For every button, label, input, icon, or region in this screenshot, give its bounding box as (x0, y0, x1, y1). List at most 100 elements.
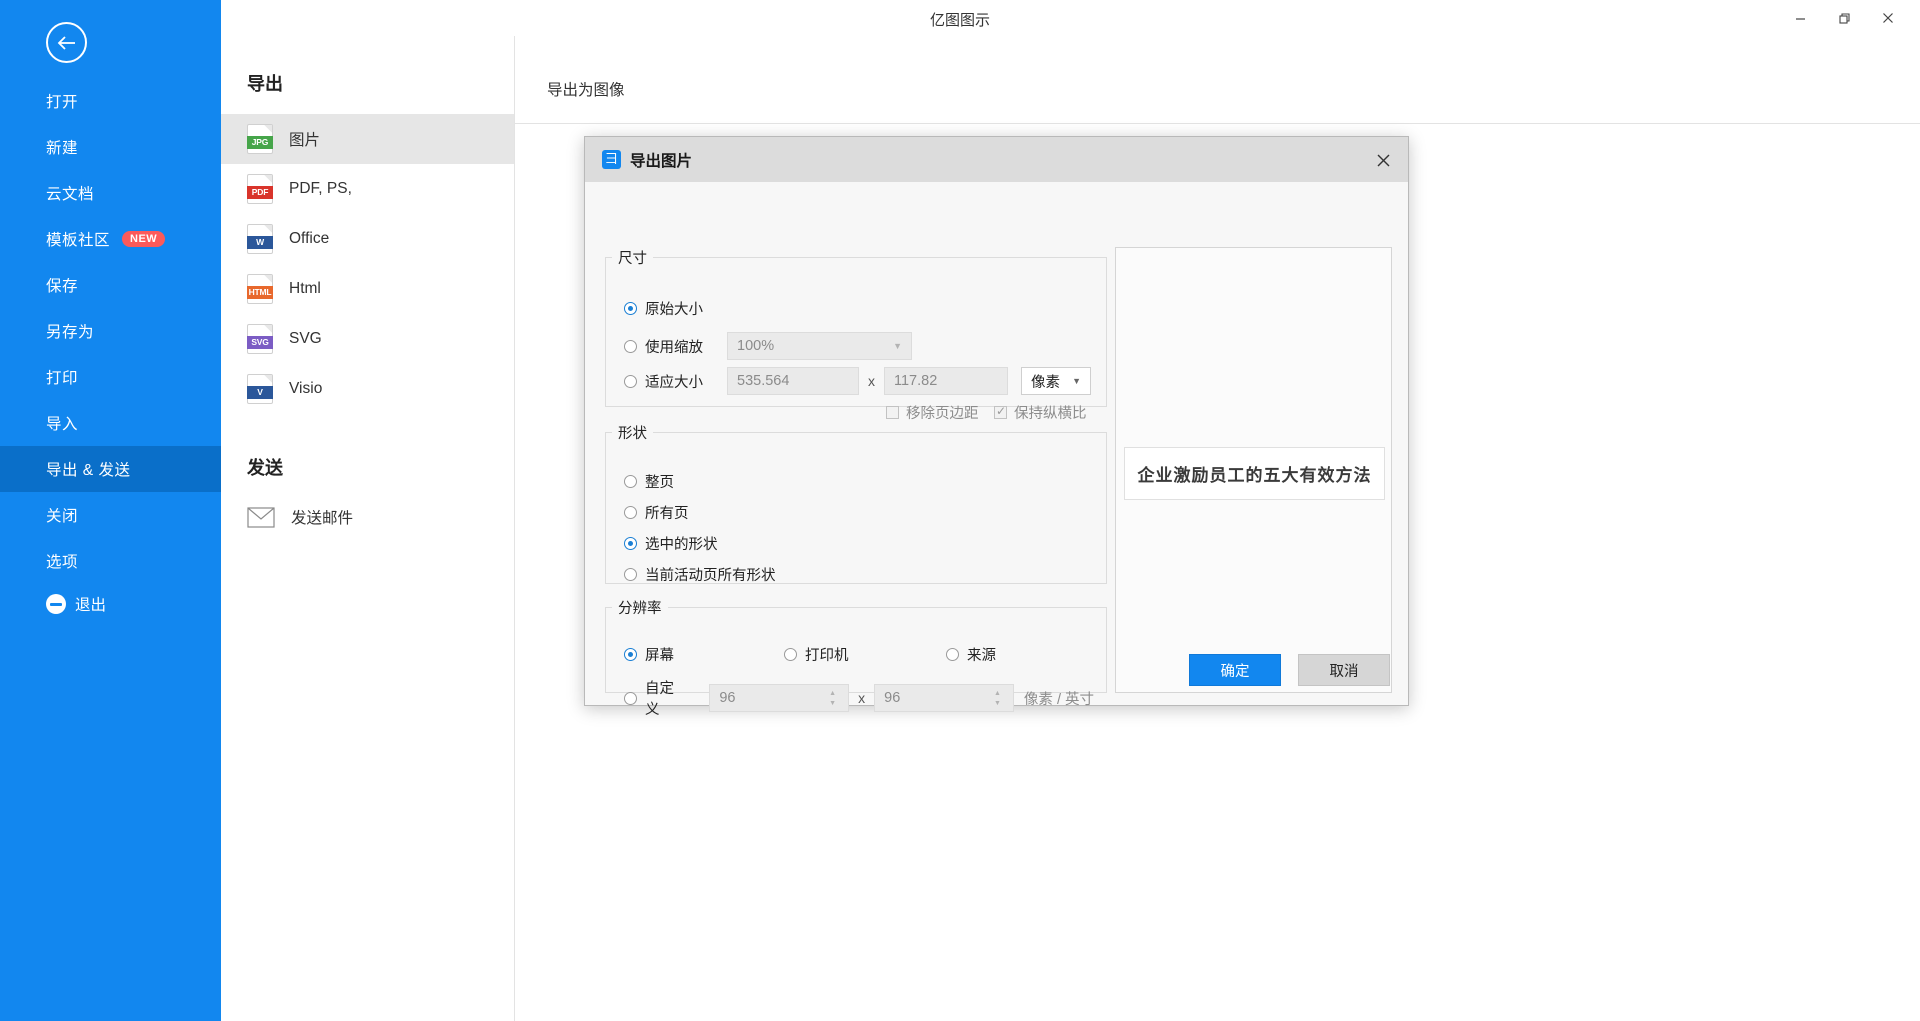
sidebar-item-open[interactable]: 打开 (0, 78, 221, 124)
jpg-file-icon: JPG (247, 124, 273, 154)
sidebar-item-save[interactable]: 保存 (0, 262, 221, 308)
sidebar-item-label: 退出 (75, 597, 107, 614)
radio-all-pages[interactable]: 所有页 (624, 502, 689, 523)
custom-dpi-x-input[interactable]: 96 ▲ ▼ (709, 684, 850, 712)
unit-select[interactable]: 像素 ▼ (1021, 367, 1091, 395)
format-item-visio[interactable]: V Visio (221, 364, 514, 414)
sidebar-item-label: 保存 (46, 278, 79, 295)
export-preview-box: 企业激励员工的五大有效方法 (1115, 247, 1392, 693)
radio-indicator (624, 374, 637, 388)
radio-whole-page[interactable]: 整页 (624, 471, 674, 492)
dimension-separator: x (868, 373, 875, 389)
dpi-unit-label: 像素 / 英寸 (1023, 691, 1095, 708)
export-format-panel: 导出 JPG 图片 PDF PDF, PS, W Office HTML Htm… (221, 36, 515, 1021)
fit-width-input[interactable]: 535.564 (727, 367, 859, 395)
radio-label: 自定义 (645, 681, 674, 718)
sidebar-item-import[interactable]: 导入 (0, 400, 221, 446)
checkbox-indicator (994, 404, 1007, 419)
export-panel-title: 导出 (247, 74, 283, 94)
format-item-svg[interactable]: SVG SVG (221, 314, 514, 364)
radio-indicator (624, 537, 637, 550)
window-controls (1778, 0, 1910, 36)
edraw-logo-icon (602, 149, 621, 169)
dimension-separator: x (858, 690, 866, 706)
preview-shape-card: 企业激励员工的五大有效方法 (1124, 447, 1385, 500)
resolution-group-legend: 分辨率 (618, 601, 662, 617)
close-icon[interactable] (1866, 2, 1910, 34)
exit-icon (46, 594, 66, 614)
send-panel-title: 发送 (247, 458, 283, 478)
radio-indicator (624, 506, 637, 519)
radio-indicator (624, 691, 637, 705)
shape-group: 形状 整页 所有页 选中的形状 当前活动页所有形状 (605, 422, 1107, 584)
back-arrow-icon[interactable] (46, 22, 87, 63)
format-item-image[interactable]: JPG 图片 (221, 114, 514, 164)
format-label: SVG (289, 330, 322, 347)
radio-original-size[interactable]: 原始大小 (624, 298, 703, 319)
format-label: Visio (289, 380, 323, 397)
svg-file-icon: SVG (247, 324, 273, 354)
fit-height-input[interactable]: 117.82 (884, 367, 1008, 395)
minimize-icon[interactable] (1778, 2, 1822, 34)
radio-custom-resolution[interactable]: 自定义 96 ▲ ▼ x 96 ▲ ▼ 像素 / 英寸 (624, 677, 1094, 719)
sidebar-item-label: 打开 (46, 94, 79, 111)
size-group-legend: 尺寸 (618, 251, 647, 267)
format-item-office[interactable]: W Office (221, 214, 514, 264)
format-item-pdf-ps[interactable]: PDF PDF, PS, (221, 164, 514, 214)
dialog-actions: 确定 取消 (1189, 654, 1390, 686)
sidebar-item-label: 新建 (46, 140, 79, 157)
radio-fit-size[interactable]: 适应大小 535.564 x 117.82 像素 ▼ (624, 367, 1094, 395)
radio-screen[interactable]: 屏幕 (624, 644, 674, 665)
scale-select[interactable]: 100% ▼ (727, 332, 912, 360)
radio-label: 使用缩放 (645, 339, 703, 356)
checkbox-keep-ratio[interactable]: 保持纵横比 (994, 402, 1087, 423)
radio-label: 整页 (645, 475, 674, 491)
sidebar-item-export-send[interactable]: 导出 & 发送 (0, 446, 221, 492)
radio-label: 原始大小 (645, 302, 703, 318)
radio-source[interactable]: 来源 (946, 644, 996, 665)
radio-label: 所有页 (645, 506, 689, 522)
checkbox-label: 移除页边距 (906, 406, 979, 422)
sidebar-item-label: 导入 (46, 416, 79, 433)
html-file-icon: HTML (247, 274, 273, 304)
sidebar-item-exit[interactable]: 退出 (0, 581, 106, 627)
pdf-file-icon: PDF (247, 174, 273, 204)
chevron-down-icon: ▼ (893, 341, 902, 351)
radio-label: 屏幕 (645, 648, 674, 664)
close-icon[interactable] (1370, 147, 1396, 173)
sidebar-item-close[interactable]: 关闭 (0, 492, 221, 538)
custom-dpi-y-input[interactable]: 96 ▲ ▼ (874, 684, 1014, 712)
custom-dpi-y-value: 96 (884, 690, 901, 706)
checkbox-remove-margin[interactable]: 移除页边距 (886, 402, 979, 423)
radio-indicator (946, 648, 959, 661)
sidebar-item-cloud-docs[interactable]: 云文档 (0, 170, 221, 216)
sidebar-item-save-as[interactable]: 另存为 (0, 308, 221, 354)
format-item-html[interactable]: HTML Html (221, 264, 514, 314)
radio-label: 当前活动页所有形状 (645, 568, 776, 584)
ok-button[interactable]: 确定 (1189, 654, 1281, 686)
sidebar: 打开 新建 云文档 模板社区 NEW 保存 另存为 打印 导入 导出 & 发送 … (0, 0, 221, 1021)
sidebar-item-label: 云文档 (46, 186, 95, 203)
radio-indicator (624, 648, 637, 661)
unit-value: 像素 (1031, 374, 1060, 391)
format-label: Html (289, 280, 321, 297)
radio-printer[interactable]: 打印机 (784, 644, 849, 665)
radio-indicator (624, 568, 637, 581)
radio-selected-shapes[interactable]: 选中的形状 (624, 533, 718, 554)
sidebar-item-template-community[interactable]: 模板社区 NEW (0, 216, 221, 262)
mail-icon (247, 506, 275, 528)
sidebar-item-new[interactable]: 新建 (0, 124, 221, 170)
stepper-icon[interactable]: ▲ ▼ (826, 690, 839, 707)
restore-icon[interactable] (1822, 2, 1866, 34)
radio-use-scale[interactable]: 使用缩放 100% ▼ (624, 332, 1089, 360)
dialog-title: 导出图片 (630, 152, 693, 170)
cancel-button[interactable]: 取消 (1298, 654, 1390, 686)
chevron-down-icon: ▼ (1072, 376, 1081, 386)
send-item-email[interactable]: 发送邮件 (221, 492, 514, 542)
sidebar-item-print[interactable]: 打印 (0, 354, 221, 400)
dialog-titlebar: 导出图片 (585, 137, 1408, 182)
stepper-icon[interactable]: ▲ ▼ (991, 690, 1004, 707)
radio-all-shapes-active-page[interactable]: 当前活动页所有形状 (624, 564, 776, 585)
radio-label: 选中的形状 (645, 537, 718, 553)
sidebar-item-options[interactable]: 选项 (0, 538, 221, 584)
